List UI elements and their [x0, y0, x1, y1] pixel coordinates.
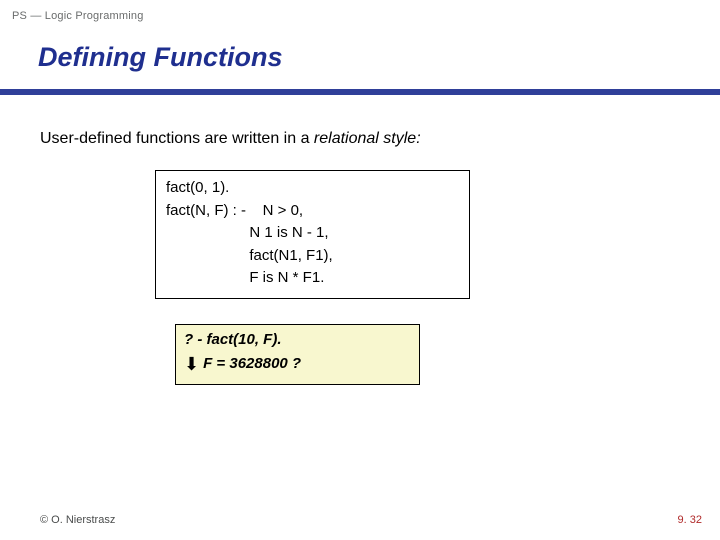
- footer-author: © O. Nierstrasz: [40, 514, 115, 526]
- down-arrow-icon: ⬇: [184, 351, 199, 378]
- footer-page-number: 9. 32: [678, 514, 702, 526]
- intro-emphasis: relational style:: [314, 130, 421, 147]
- query-box: ? - fact(10, F). ⬇F = 3628800 ?: [175, 324, 420, 386]
- query-input: ? - fact(10, F).: [184, 329, 411, 352]
- intro-text: User-defined functions are written in a …: [0, 95, 720, 148]
- query-output: ⬇F = 3628800 ?: [184, 351, 411, 378]
- intro-prefix: User-defined functions are written in a: [40, 130, 314, 147]
- code-definition-box: fact(0, 1). fact(N, F) : - N > 0, N 1 is…: [155, 170, 470, 299]
- course-header: PS — Logic Programming: [0, 0, 720, 22]
- query-result: F = 3628800 ?: [203, 355, 301, 372]
- slide-title: Defining Functions: [0, 22, 720, 83]
